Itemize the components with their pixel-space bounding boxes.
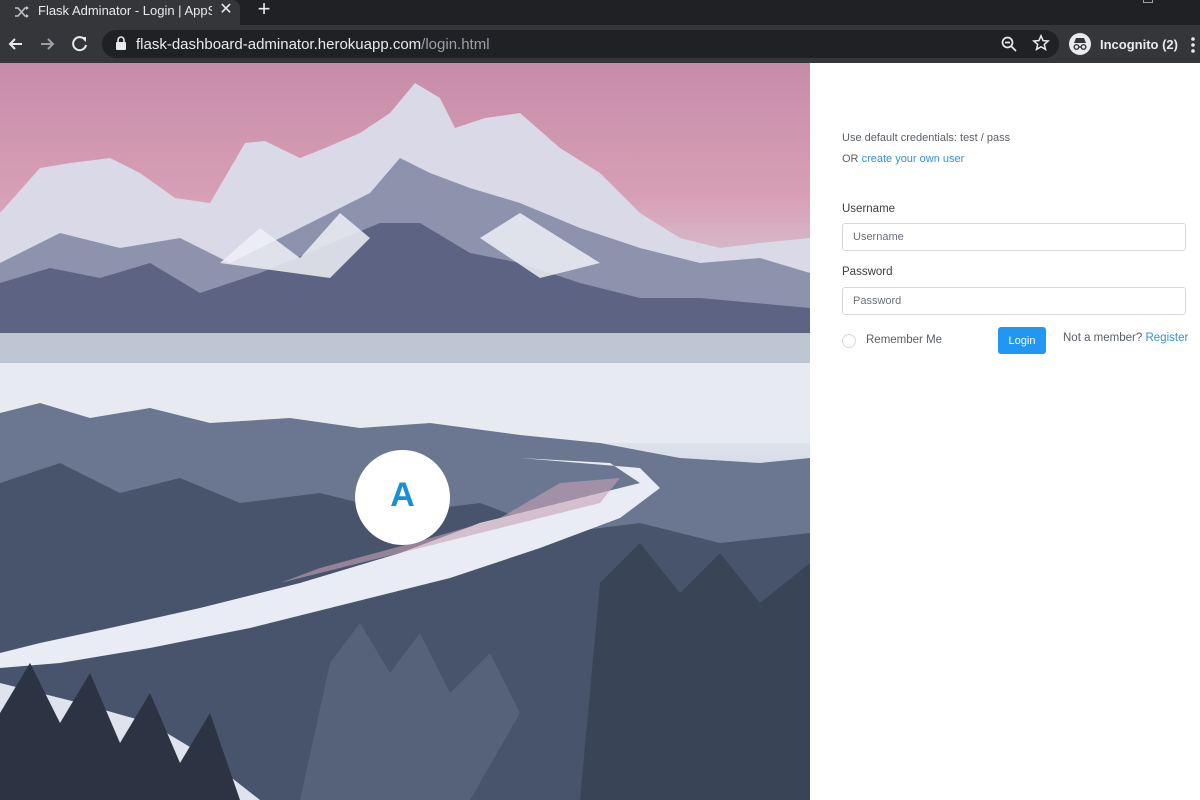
menu-dots-icon[interactable] — [1190, 36, 1196, 54]
register-link[interactable]: Register — [1145, 332, 1188, 344]
login-button[interactable]: Login — [998, 327, 1046, 354]
default-credentials-hint: Use default credentials: test / pass — [842, 132, 1011, 144]
hint-or-text: OR — [842, 153, 859, 165]
window-maximize-icon[interactable] — [1143, 0, 1153, 3]
star-icon[interactable] — [1032, 34, 1050, 52]
browser-toolbar: flask-dashboard-adminator.herokuapp.com/… — [0, 25, 1200, 63]
tab-title: Flask Adminator - Login | AppSeed — [38, 3, 212, 18]
username-label: Username — [842, 203, 896, 215]
url-path: /login.html — [421, 36, 490, 53]
incognito-icon — [1069, 33, 1091, 55]
reload-icon[interactable] — [70, 34, 90, 54]
login-panel: Use default credentials: test / pass OR … — [810, 63, 1200, 800]
incognito-label: Incognito (2) — [1100, 36, 1178, 52]
create-user-link[interactable]: create your own user — [862, 153, 965, 165]
forward-icon[interactable] — [37, 34, 57, 54]
plus-icon[interactable]: + — [254, 0, 274, 20]
shuffle-icon — [15, 6, 29, 18]
url-text: flask-dashboard-adminator.herokuapp.com/… — [136, 36, 490, 53]
landscape-illustration — [0, 83, 810, 800]
password-input[interactable] — [842, 287, 1186, 315]
register-prompt: Not a member? Register — [1063, 332, 1188, 344]
app-logo: A — [355, 450, 450, 545]
incognito-badge[interactable]: Incognito (2) — [1069, 33, 1178, 55]
password-label: Password — [842, 266, 893, 278]
lock-icon — [116, 36, 126, 50]
tab-strip: Flask Adminator - Login | AppSeed ✕ + — [0, 0, 1200, 25]
remember-me-label: Remember Me — [866, 334, 943, 346]
username-input[interactable] — [842, 223, 1186, 251]
browser-tab[interactable]: Flask Adminator - Login | AppSeed ✕ — [0, 0, 240, 25]
create-user-hint: OR create your own user — [842, 153, 964, 165]
address-bar[interactable]: flask-dashboard-adminator.herokuapp.com/… — [102, 30, 1059, 58]
back-icon[interactable] — [6, 34, 26, 54]
background-landscape-image: A — [0, 63, 810, 800]
close-icon[interactable]: ✕ — [218, 2, 234, 18]
zoom-icon[interactable] — [1000, 35, 1018, 53]
url-host: flask-dashboard-adminator.herokuapp.com — [136, 36, 422, 53]
remember-me-checkbox[interactable] — [842, 334, 856, 348]
not-member-text: Not a member? — [1063, 332, 1143, 344]
logo-letter: A — [390, 476, 415, 514]
